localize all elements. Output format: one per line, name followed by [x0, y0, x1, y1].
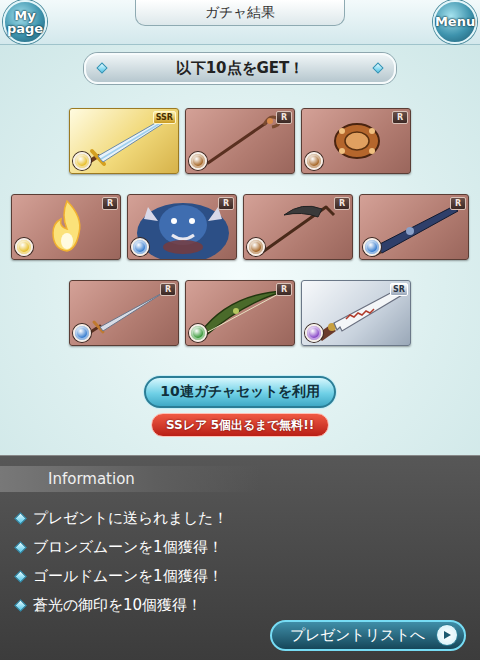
free-note: SSレア 5個出るまで無料!! [151, 413, 329, 437]
mypage-label[interactable]: page [7, 22, 43, 35]
diamond-icon [14, 570, 27, 583]
rarity-badge: SSR [153, 111, 176, 125]
rarity-badge: R [392, 111, 408, 125]
item-card: R [301, 108, 411, 174]
item-card: R [69, 280, 179, 346]
element-icon [189, 152, 207, 170]
page-title: ガチャ結果 [135, 0, 345, 26]
result-banner: 以下10点をGET！ [84, 53, 396, 84]
diamond-icon [96, 63, 107, 74]
message-item: ゴールドムーンを1個獲得！ [16, 562, 480, 591]
element-icon [73, 324, 91, 342]
item-card: R [359, 194, 469, 260]
element-icon [247, 238, 265, 256]
rarity-badge: R [160, 283, 176, 297]
rarity-badge: R [218, 197, 234, 211]
rarity-badge: R [102, 197, 118, 211]
banner-row: 以下10点をGET！ [0, 53, 480, 84]
item-card: R [11, 194, 121, 260]
rarity-badge: SR [390, 283, 408, 297]
diamond-icon [14, 541, 27, 554]
menu-label[interactable]: Menu [435, 15, 475, 28]
banner-text: 以下10点をGET！ [176, 57, 305, 80]
rarity-badge: R [276, 111, 292, 125]
element-icon [363, 238, 381, 256]
gacha-button-area: 10連ガチャセットを利用 SSレア 5個出るまで無料!! [0, 376, 480, 437]
message-item: 蒼光の御印を10個獲得！ [16, 591, 480, 620]
present-row: プレゼントリストへ [0, 620, 480, 651]
item-row: SSR R R [0, 108, 480, 174]
information-panel: Information プレゼントに送られました！ ブロンズムーンを1個獲得！ ゴール… [0, 455, 480, 660]
item-card: R [127, 194, 237, 260]
present-list-label[interactable]: プレゼントリストへ [290, 624, 425, 647]
element-icon [131, 238, 149, 256]
mypage-button[interactable]: Mypage [3, 0, 47, 44]
item-row: RRRR [0, 194, 480, 260]
message-text: 蒼光の御印を10個獲得！ [33, 594, 202, 617]
rarity-badge: R [334, 197, 350, 211]
item-row: R R SR [0, 280, 480, 346]
item-card: SSR [69, 108, 179, 174]
gacha-set-button[interactable]: 10連ガチャセットを利用 [144, 376, 336, 408]
mypage-label[interactable]: My [14, 9, 35, 22]
gacha-set-label[interactable]: 10連ガチャセットを利用 [160, 381, 319, 402]
item-grid: SSR R R R R R R R R SR [0, 108, 480, 346]
message-text: ゴールドムーンを1個獲得！ [33, 565, 223, 588]
diamond-icon [372, 63, 383, 74]
message-item: プレゼントに送られました！ [16, 504, 480, 533]
message-list: プレゼントに送られました！ ブロンズムーンを1個獲得！ ゴールドムーンを1個獲得！ 蒼… [0, 492, 480, 620]
item-card: R [185, 280, 295, 346]
element-icon [73, 152, 91, 170]
item-card: SR [301, 280, 411, 346]
title-text: ガチャ結果 [205, 2, 275, 23]
diamond-icon [14, 599, 27, 612]
element-icon [189, 324, 207, 342]
element-icon [15, 238, 33, 256]
message-text: ブロンズムーンを1個獲得！ [33, 536, 223, 559]
item-card: R [185, 108, 295, 174]
top-bar: Mypage ガチャ結果 Menu [0, 0, 480, 45]
element-icon [305, 152, 323, 170]
rarity-badge: R [450, 197, 466, 211]
item-card: R [243, 194, 353, 260]
menu-button[interactable]: Menu [433, 0, 477, 44]
free-note-text: SSレア 5個出るまで無料!! [166, 416, 314, 434]
diamond-icon [14, 512, 27, 525]
message-item: ブロンズムーンを1個獲得！ [16, 533, 480, 562]
arrow-icon[interactable] [436, 624, 458, 646]
message-text: プレゼントに送られました！ [33, 507, 228, 530]
element-icon [305, 324, 323, 342]
gacha-result-screen: Mypage ガチャ結果 Menu 以下10点をGET！ SSRRRRRRRRR… [0, 0, 480, 660]
present-list-button[interactable]: プレゼントリストへ [270, 620, 466, 651]
rarity-badge: R [276, 283, 292, 297]
information-title: Information [0, 466, 260, 493]
